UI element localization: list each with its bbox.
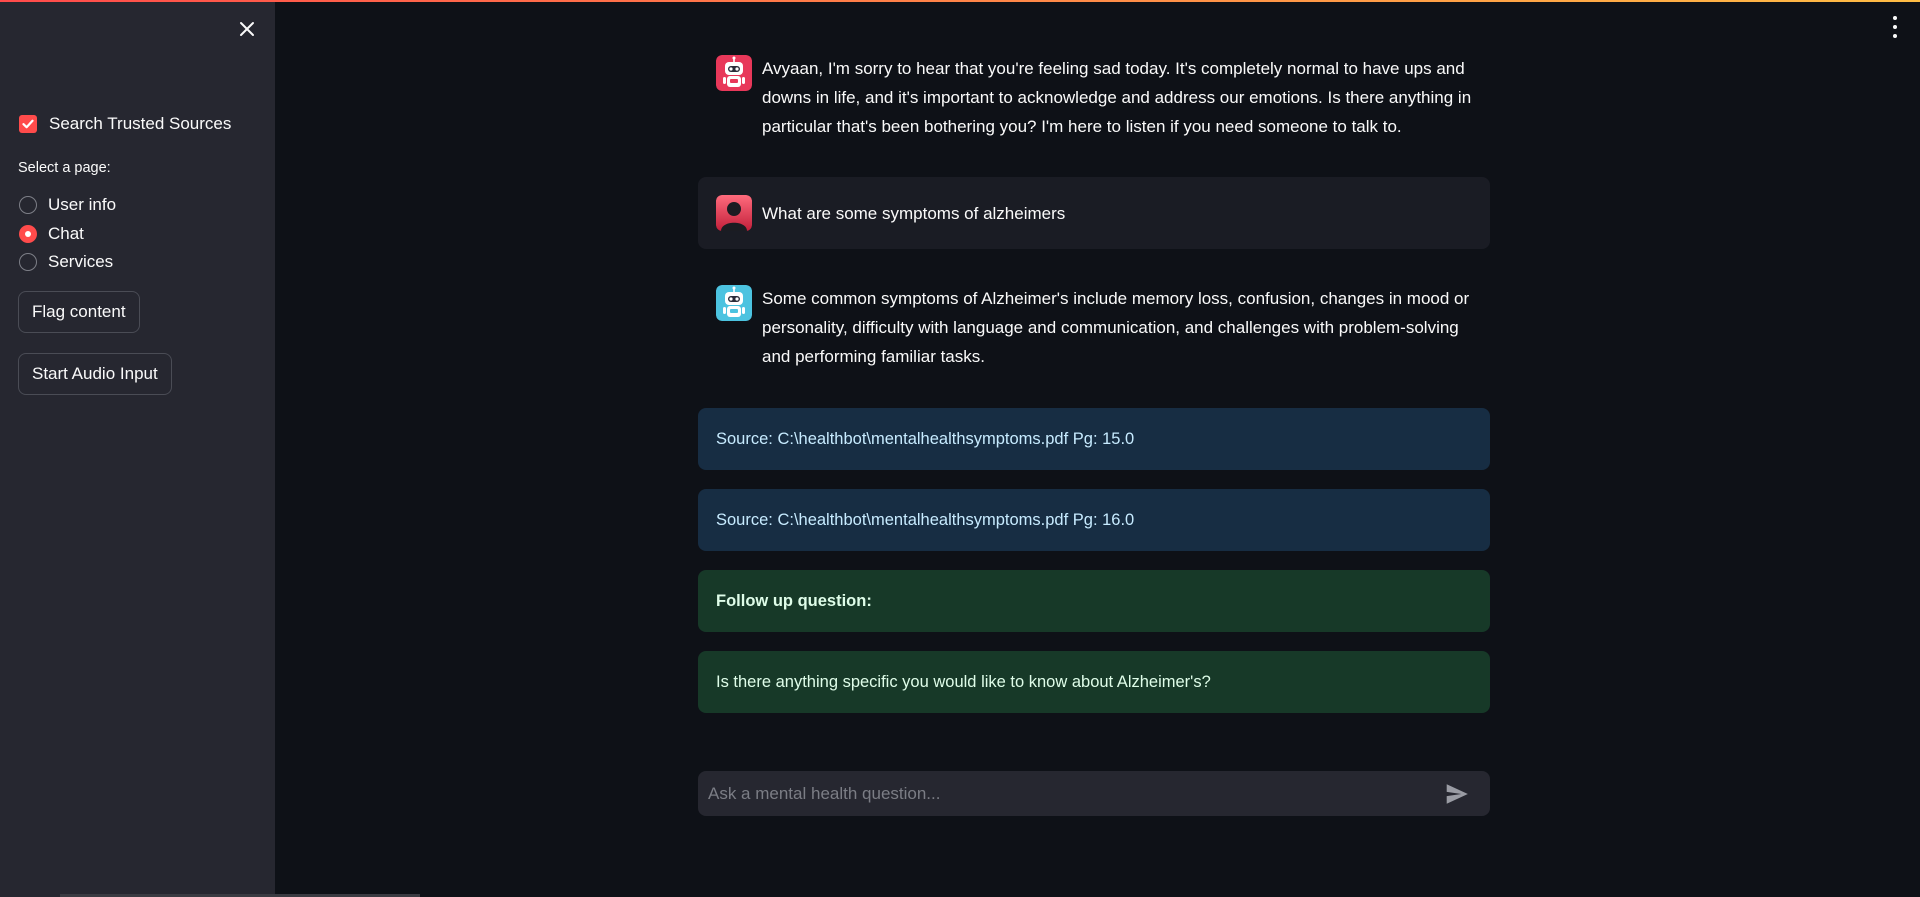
flag-content-button[interactable]: Flag content [18,291,140,333]
radio-label: User info [48,195,117,215]
checkbox-label: Search Trusted Sources [49,114,232,133]
source-info-box: Source: C:\healthbot\mentalhealthsymptom… [698,489,1490,551]
close-icon[interactable] [236,18,258,40]
chat-input[interactable] [698,771,1444,816]
followup-title-box: Follow up question: [698,570,1490,632]
message-text: Avyaan, I'm sorry to hear that you're fe… [762,59,1472,136]
followup-title: Follow up question: [716,591,872,610]
message-text: Some common symptoms of Alzheimer's incl… [762,289,1470,366]
robot-icon [716,55,752,91]
page-radio-group: User info Chat Services [19,191,116,277]
top-accent-bar [0,0,1920,2]
page-select-label: Select a page: [18,160,111,176]
radio-option-services[interactable]: Services [19,248,116,277]
source-text: Source: C:\healthbot\mentalhealthsymptom… [716,429,1135,448]
send-icon[interactable] [1444,781,1470,807]
radio-option-user-info[interactable]: User info [19,191,116,220]
chat-message-user: What are some symptoms of alzheimers [698,177,1490,249]
chat-message-assistant: Avyaan, I'm sorry to hear that you're fe… [698,54,1490,141]
source-text: Source: C:\healthbot\mentalhealthsymptom… [716,510,1135,529]
source-info-box: Source: C:\healthbot\mentalhealthsymptom… [698,408,1490,470]
radio-button[interactable] [19,253,37,272]
checkbox-checked-icon[interactable] [19,115,37,133]
message-text: What are some symptoms of alzheimers [762,203,1066,223]
radio-label: Chat [48,223,84,243]
chat-input-container [698,771,1490,816]
followup-question: Is there anything specific you would lik… [716,672,1211,691]
radio-option-chat[interactable]: Chat [19,220,116,249]
start-audio-input-button[interactable]: Start Audio Input [18,353,172,395]
search-trusted-sources-checkbox[interactable]: Search Trusted Sources [19,114,231,134]
followup-question-box: Is there anything specific you would lik… [698,651,1490,713]
sidebar: Search Trusted Sources Select a page: Us… [0,0,275,897]
robot-icon [716,285,752,321]
radio-button[interactable] [19,196,37,215]
chat-message-assistant: Some common symptoms of Alzheimer's incl… [698,284,1490,371]
radio-button-selected[interactable] [19,224,37,243]
kebab-menu-icon[interactable] [1889,16,1901,38]
radio-label: Services [48,252,114,272]
user-silhouette-icon [716,195,752,231]
